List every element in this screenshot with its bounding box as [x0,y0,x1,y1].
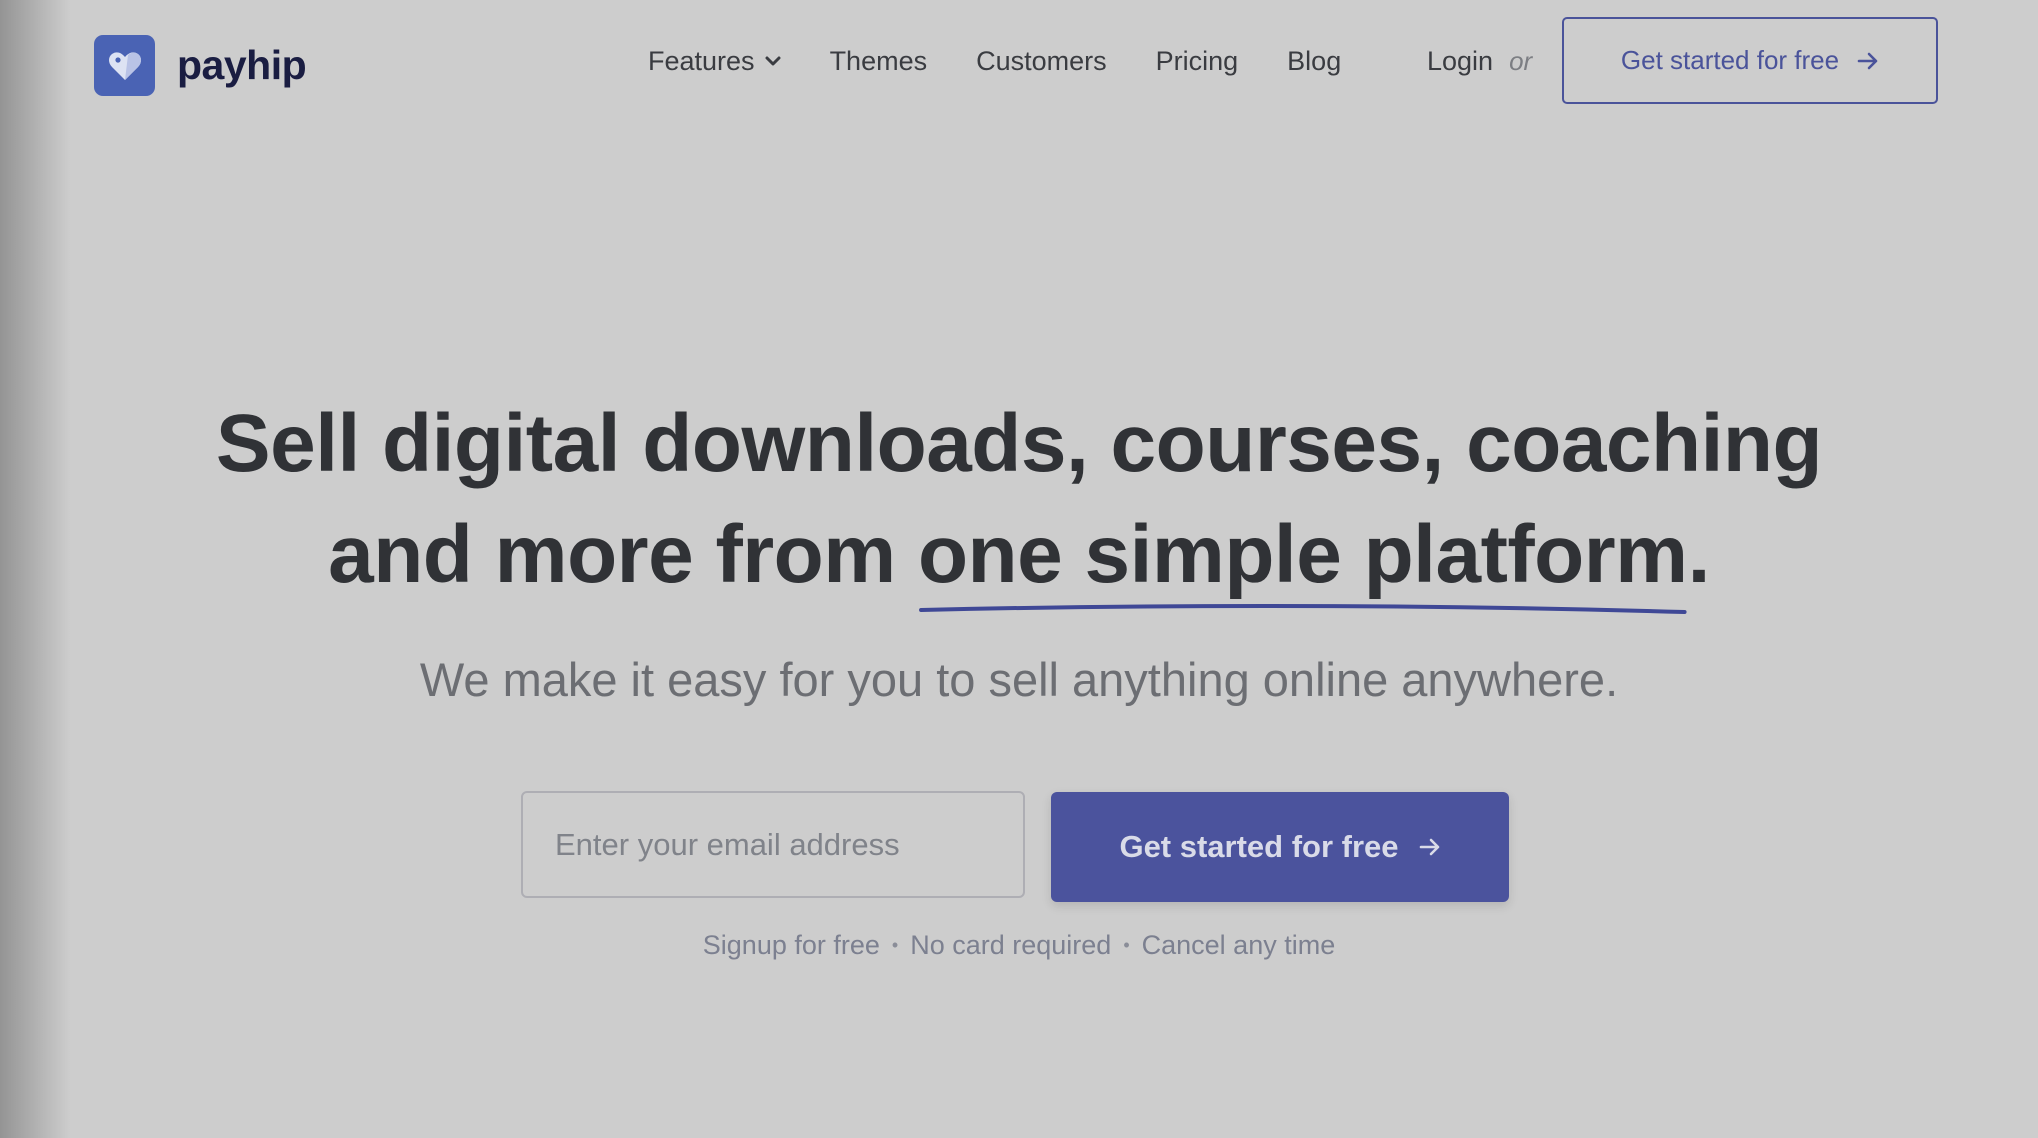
hero-title-line1: Sell digital downloads, courses, coachin… [215,398,1823,489]
bullet-separator: • [891,935,899,955]
payhip-logo[interactable]: payhip [94,35,307,96]
hero-get-started-label: Get started for free [1119,829,1399,864]
arrow-right-icon [1419,838,1441,856]
header-get-started-button[interactable]: Get started for free [1562,17,1938,104]
hero-title-line2-prefix: and more from [328,509,918,600]
heart-tag-icon [94,35,155,96]
reassurance-list: Signup for free • No card required • Can… [0,930,2038,961]
reassurance-item: Cancel any time [1141,930,1336,960]
hero-title: Sell digital downloads, courses, coachin… [0,388,2038,614]
email-input[interactable] [521,791,1025,898]
header-get-started-label: Get started for free [1620,45,1840,75]
nav-customers[interactable]: Customers [976,46,1107,77]
hero-title-highlight-text: one simple platform [917,509,1688,600]
main-nav: Features Themes Customers Pricing Blog [648,0,1390,122]
reassurance-item: No card required [910,930,1112,960]
brand-name: payhip [177,42,307,88]
underline-stroke [919,603,1687,614]
or-separator: or [1509,45,1533,76]
chevron-down-icon [765,55,781,67]
arrow-right-icon [1857,52,1879,70]
nav-blog[interactable]: Blog [1287,46,1341,77]
nav-themes[interactable]: Themes [830,46,928,77]
hero-title-highlight: one simple platform [917,499,1688,614]
bullet-separator: • [1123,935,1130,955]
login-link[interactable]: Login [1427,46,1493,77]
nav-features[interactable]: Features [648,46,781,77]
nav-pricing[interactable]: Pricing [1156,46,1239,77]
hero-subtitle: We make it easy for you to sell anything… [419,653,1619,706]
auth-links: Login or [1427,0,1532,122]
hero-title-line2-suffix: . [1687,509,1711,600]
reassurance-item: Signup for free [702,930,880,960]
nav-features-label: Features [648,45,755,76]
hero-get-started-button[interactable]: Get started for free [1051,792,1509,902]
landing-page: payhip Features Themes Customers Pricing… [0,0,2038,1138]
